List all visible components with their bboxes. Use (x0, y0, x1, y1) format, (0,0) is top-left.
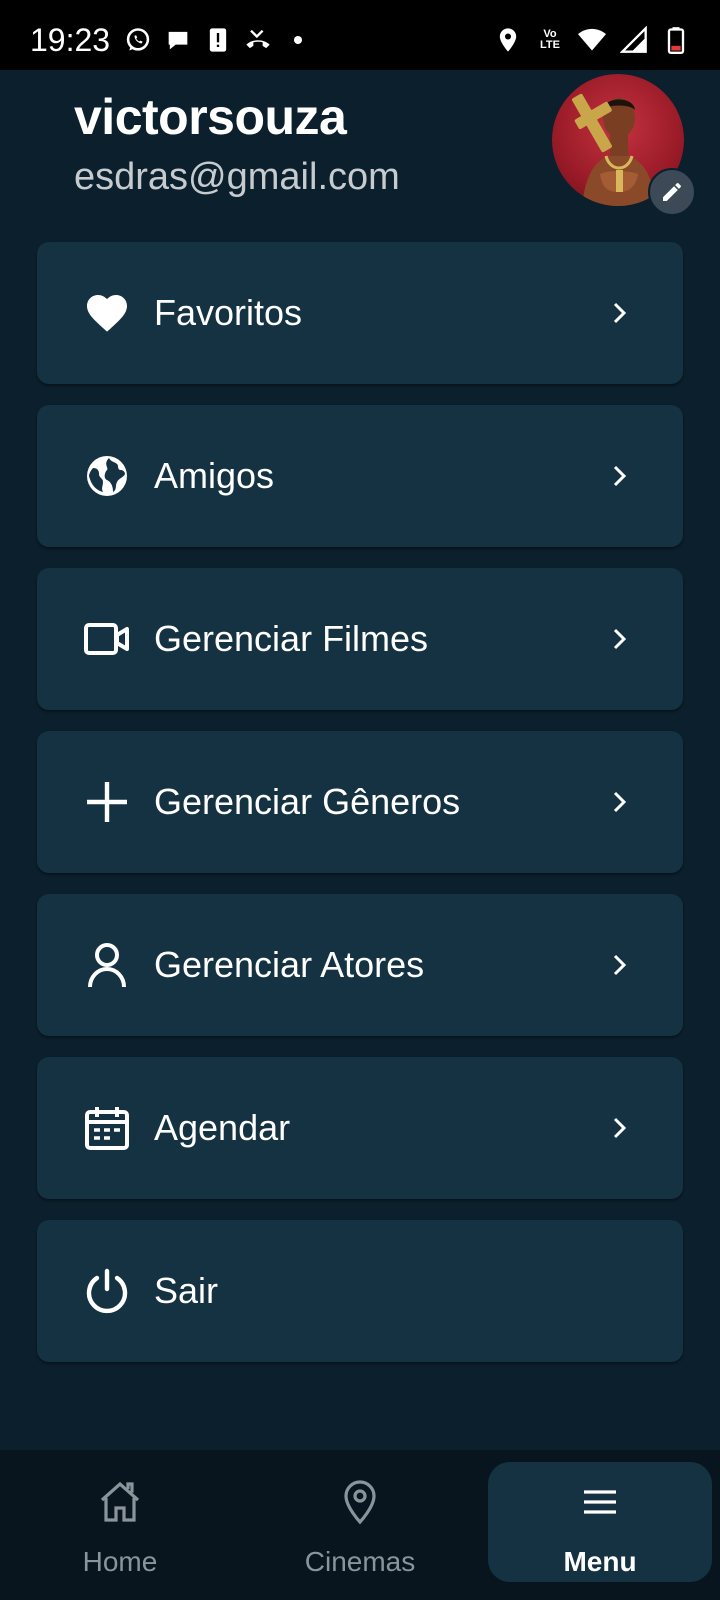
menu-item-label: Amigos (154, 455, 275, 496)
plus-icon (83, 778, 131, 826)
pencil-icon (663, 183, 681, 201)
nav-menu[interactable]: Menu (488, 1462, 712, 1582)
system-icons: Vo LTE (494, 26, 690, 54)
menu-item-gerenciar-generos[interactable]: Gerenciar Gêneros (37, 731, 683, 873)
menu-item-agendar[interactable]: Agendar (37, 1057, 683, 1199)
hamburger-icon (576, 1478, 624, 1526)
chevron-right-icon (613, 954, 627, 976)
nav-home-label: Home (82, 1546, 158, 1577)
menu-item-label: Agendar (154, 1107, 291, 1148)
nav-cinemas[interactable]: Cinemas (280, 1450, 440, 1600)
person-icon (83, 941, 131, 989)
globe-icon (83, 452, 131, 500)
whatsapp-icon (124, 26, 152, 54)
menu-list: Favoritos Amigos Gerenciar Filmes Gerenc… (37, 242, 683, 1383)
menu-item-label: Gerenciar Gêneros (154, 781, 461, 822)
missed-call-icon (244, 26, 272, 54)
email: esdras@gmail.com (74, 156, 400, 198)
menu-item-sair[interactable]: Sair (37, 1220, 683, 1362)
home-icon (96, 1478, 144, 1526)
chevron-right-icon (613, 465, 627, 487)
nav-menu-label: Menu (563, 1546, 637, 1577)
battery-icon (662, 26, 690, 54)
chevron-right-icon (613, 1117, 627, 1139)
wifi-icon (578, 26, 606, 54)
menu-item-label: Sair (154, 1270, 219, 1311)
menu-item-amigos[interactable]: Amigos (37, 405, 683, 547)
location-icon (494, 26, 522, 54)
map-pin-icon (336, 1478, 384, 1526)
menu-item-label: Gerenciar Atores (154, 944, 425, 985)
chat-bubble-icon (164, 26, 192, 54)
status-bar: 19:23 Vo LTE (0, 0, 720, 70)
bottom-navigation: Home Cinemas Menu (0, 1450, 720, 1600)
chevron-right-icon (613, 791, 627, 813)
power-icon (83, 1267, 131, 1315)
menu-item-gerenciar-atores[interactable]: Gerenciar Atores (37, 894, 683, 1036)
edit-avatar-button[interactable] (648, 168, 696, 216)
volte-icon: Vo LTE (540, 28, 560, 51)
signal-icon (620, 26, 648, 54)
status-time: 19:23 (30, 22, 111, 58)
menu-item-label: Favoritos (154, 292, 303, 333)
nav-home[interactable]: Home (40, 1450, 200, 1600)
video-camera-icon (83, 615, 131, 663)
menu-item-favoritos[interactable]: Favoritos (37, 242, 683, 384)
calendar-icon (83, 1104, 131, 1152)
nav-cinemas-label: Cinemas (304, 1546, 416, 1577)
menu-item-label: Gerenciar Filmes (154, 618, 429, 659)
heart-icon (83, 289, 131, 337)
avatar-container[interactable] (552, 74, 696, 216)
notification-icons (124, 26, 312, 54)
menu-item-gerenciar-filmes[interactable]: Gerenciar Filmes (37, 568, 683, 710)
dot-icon (284, 26, 312, 54)
chevron-right-icon (613, 628, 627, 650)
username: victorsouza (74, 89, 347, 145)
chevron-right-icon (613, 302, 627, 324)
alert-icon (204, 26, 232, 54)
